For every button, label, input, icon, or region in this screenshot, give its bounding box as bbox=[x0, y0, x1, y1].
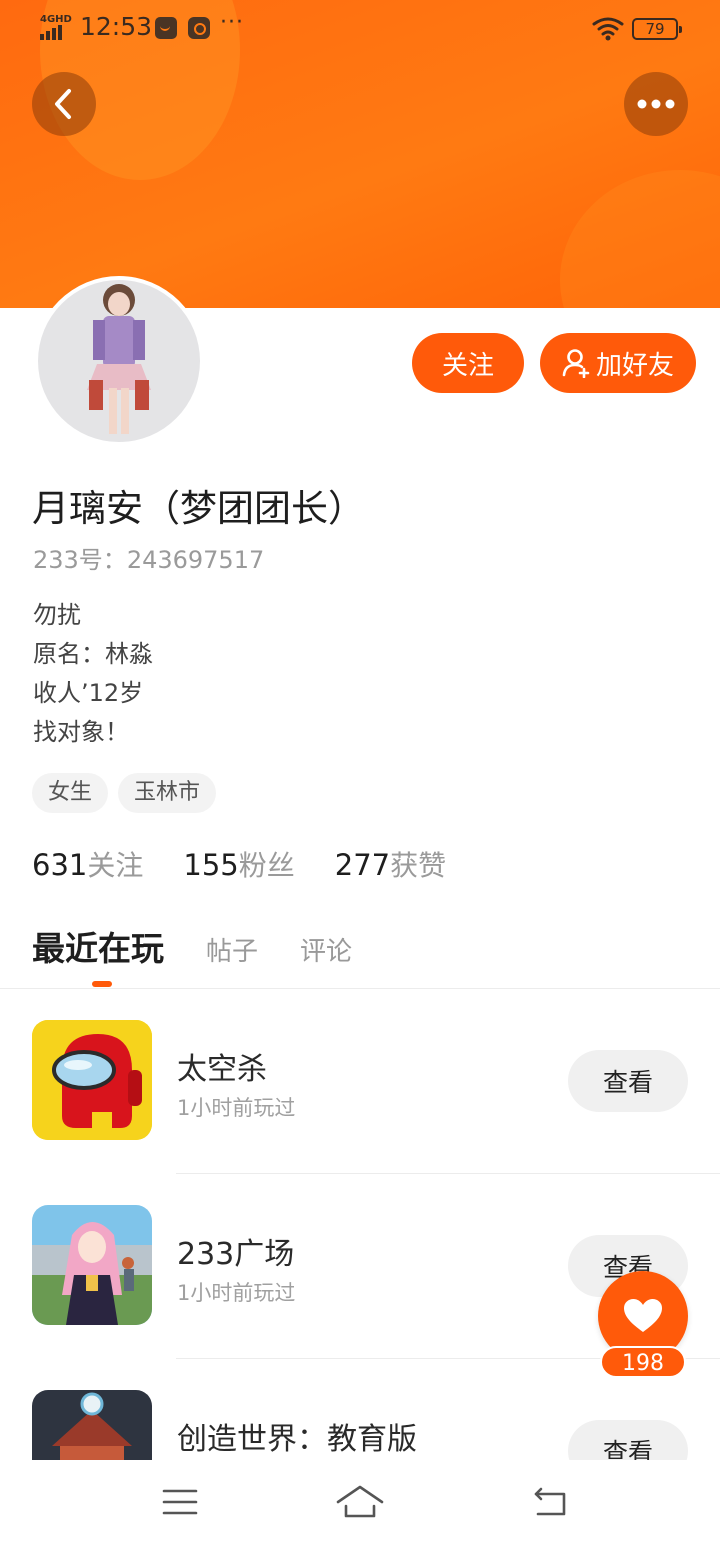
stat-followers[interactable]: 155 粉丝 bbox=[183, 844, 294, 884]
divider bbox=[176, 1173, 720, 1174]
menu-icon bbox=[162, 1489, 198, 1515]
game-name: 创造世界：教育版 bbox=[177, 1422, 417, 1457]
signal-icon: 4GHD bbox=[40, 14, 72, 40]
profile-name: 月璃安（梦团团长） bbox=[32, 487, 365, 530]
bio-line: 勿扰 bbox=[33, 601, 81, 629]
home-button[interactable] bbox=[335, 1480, 385, 1524]
profile-tabs: 最近在玩 帖子 评论 bbox=[32, 922, 352, 970]
battery-icon: 79 bbox=[632, 18, 682, 40]
user-id-label: 233号： bbox=[33, 546, 127, 574]
bio-line: 找对象！ bbox=[33, 718, 129, 746]
tag-gender: 女生 bbox=[32, 773, 109, 813]
system-nav-bar bbox=[0, 1460, 720, 1544]
list-item[interactable]: 太空杀 1小时前玩过 查看 bbox=[0, 1020, 720, 1205]
game-last-played: 1小时前玩过 bbox=[177, 1281, 296, 1305]
add-user-icon bbox=[562, 349, 590, 378]
view-button-label: 查看 bbox=[602, 1068, 653, 1097]
heart-icon bbox=[624, 1299, 662, 1332]
stat-following-count: 631 bbox=[32, 848, 88, 882]
follow-button-label: 关注 bbox=[441, 349, 494, 380]
stat-likes[interactable]: 277 获赞 bbox=[335, 844, 446, 884]
follow-button[interactable]: 关注 bbox=[412, 333, 524, 393]
bio-line: 原名：林淼 bbox=[33, 640, 153, 668]
wifi-icon bbox=[592, 17, 624, 41]
add-friend-button[interactable]: 加好友 bbox=[540, 333, 696, 393]
view-button[interactable]: 查看 bbox=[568, 1050, 688, 1112]
tab-comments[interactable]: 评论 bbox=[300, 931, 352, 968]
tag-location: 玉林市 bbox=[118, 773, 217, 813]
status-time: 12:53 bbox=[80, 12, 153, 41]
active-tab-indicator bbox=[92, 981, 112, 987]
back-button[interactable] bbox=[32, 72, 96, 136]
status-more: ··· bbox=[220, 10, 244, 35]
header-decoration bbox=[560, 170, 720, 308]
more-horizontal-icon bbox=[637, 99, 675, 109]
stat-likes-count: 277 bbox=[334, 848, 391, 882]
game-last-played: 1小时前玩过 bbox=[177, 1096, 296, 1120]
menu-button[interactable] bbox=[155, 1480, 205, 1524]
avatar-image bbox=[38, 280, 200, 442]
divider bbox=[0, 988, 720, 989]
stat-following[interactable]: 631 关注 bbox=[32, 844, 143, 884]
status-bar: 4GHD 12:53 ··· 79 bbox=[0, 0, 720, 56]
network-type: 4GHD bbox=[40, 14, 72, 25]
system-back-button[interactable] bbox=[523, 1480, 573, 1524]
stat-followers-label: 粉丝 bbox=[238, 849, 295, 882]
music-app-icon bbox=[188, 17, 210, 39]
game-icon bbox=[32, 1020, 152, 1140]
bio-line: 收人’12岁 bbox=[33, 679, 144, 707]
tab-recently-played[interactable]: 最近在玩 bbox=[32, 922, 164, 970]
game-name: 233广场 bbox=[177, 1237, 295, 1272]
battery-level: 79 bbox=[645, 20, 665, 38]
more-options-button[interactable] bbox=[624, 72, 688, 136]
back-icon bbox=[534, 1487, 566, 1516]
home-icon bbox=[336, 1485, 384, 1518]
stat-followers-count: 155 bbox=[183, 848, 239, 882]
tab-posts[interactable]: 帖子 bbox=[206, 931, 258, 968]
like-count: 198 bbox=[600, 1346, 686, 1378]
mail-app-icon bbox=[155, 17, 177, 39]
user-id-value: 243697517 bbox=[126, 546, 265, 574]
avatar[interactable] bbox=[34, 276, 204, 446]
profile-stats: 631 关注 155 粉丝 277 获赞 bbox=[32, 844, 446, 884]
chevron-left-icon bbox=[55, 89, 71, 119]
stat-likes-label: 获赞 bbox=[390, 849, 447, 882]
game-name: 太空杀 bbox=[177, 1052, 267, 1087]
add-friend-label: 加好友 bbox=[595, 349, 674, 380]
user-id: 233号：243697517 bbox=[33, 540, 264, 575]
profile-bio: 勿扰 原名：林淼 收人’12岁 找对象！ bbox=[33, 596, 153, 752]
game-icon bbox=[32, 1205, 152, 1325]
profile-tags: 女生 玉林市 bbox=[32, 773, 217, 813]
stat-following-label: 关注 bbox=[87, 849, 144, 882]
